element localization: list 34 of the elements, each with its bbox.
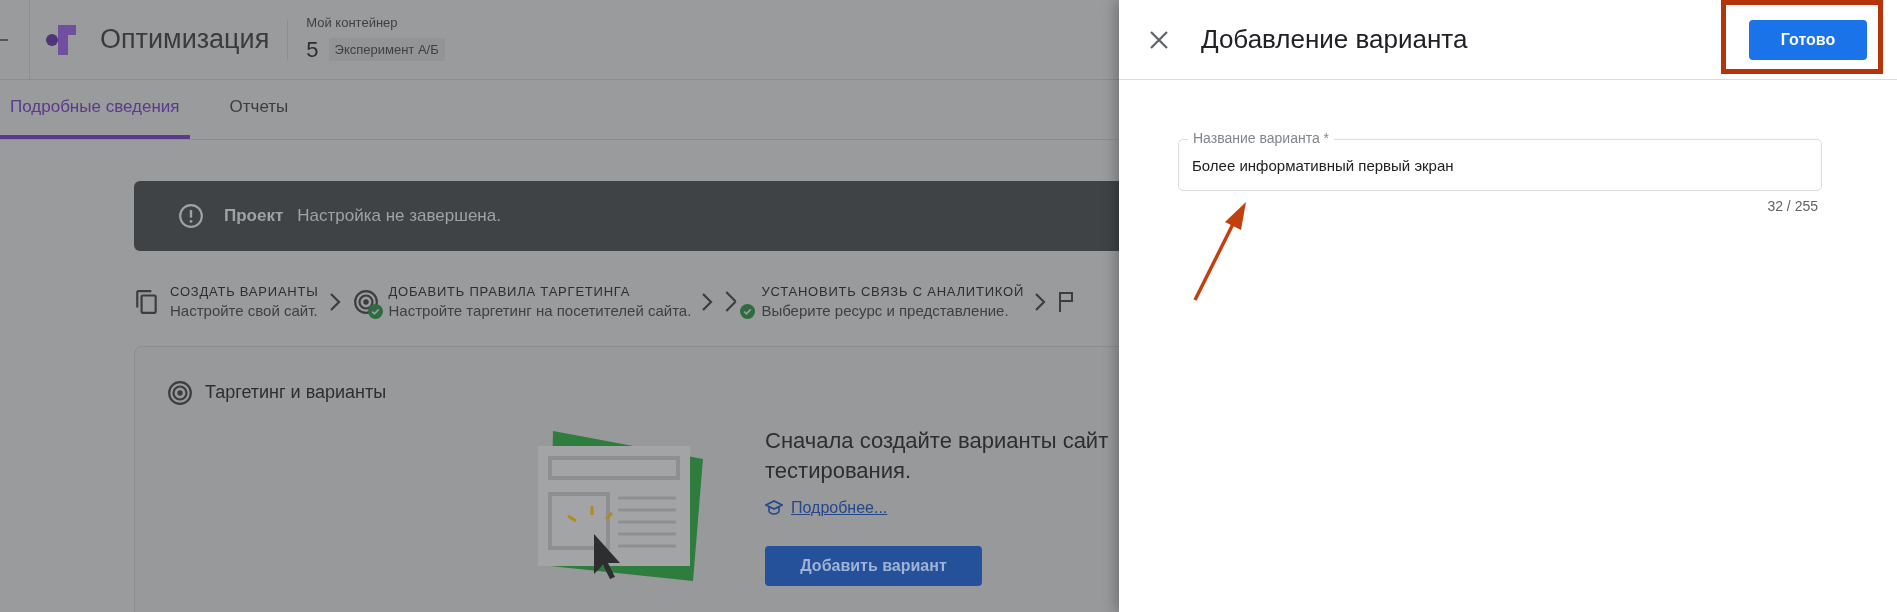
panel-title: Добавление варианта (1201, 23, 1468, 56)
done-button[interactable]: Готово (1749, 19, 1867, 60)
check-icon (367, 304, 383, 319)
connector-icon (725, 291, 738, 312)
experiment-number: 5 (306, 35, 319, 64)
experiment-type-badge: Эксперимент А/Б (328, 37, 445, 61)
card-title: Таргетинг и варианты (205, 381, 387, 404)
step-subtitle: Настройте свой сайт. (170, 301, 319, 321)
step-subtitle: Выберите ресурс и представление. (761, 301, 1010, 321)
chevron-right-icon (701, 292, 714, 312)
alert-icon (178, 203, 204, 229)
character-counter: 32 / 255 (1767, 197, 1818, 216)
container-name: Мой контейнер (306, 14, 399, 33)
target-icon (167, 379, 193, 406)
step-title: ДОБАВИТЬ ПРАВИЛА ТАРГЕТИНГА (388, 283, 632, 301)
empty-state-message: Сначала создайте варианты сайт тестирования. (765, 427, 1109, 485)
product-title: Оптимизация (100, 23, 270, 57)
banner-message: Настройка не завершена. (297, 205, 501, 228)
tab[interactable]: Подробные сведения (0, 79, 190, 139)
chevron-right-icon (328, 292, 341, 312)
step-title: УСТАНОВИТЬ СВЯЗЬ С АНАЛИТИКОЙ (761, 283, 1025, 301)
tab[interactable]: Отчеты (219, 79, 299, 139)
step-title: СОЗДАТЬ ВАРИАНТЫ (170, 283, 319, 301)
step-subtitle: Настройте таргетинг на посетителей сайта. (388, 301, 692, 321)
close-icon (1150, 30, 1168, 49)
learn-more-link[interactable]: Подробнее... (791, 496, 888, 520)
target-icon (352, 289, 379, 315)
check-icon (740, 304, 756, 319)
graduation-cap-icon (765, 500, 783, 516)
flag-icon (1058, 290, 1075, 314)
add-variant-button[interactable]: Добавить вариант (765, 546, 982, 586)
chevron-right-icon (1034, 292, 1047, 312)
banner-title: Проект (224, 205, 284, 228)
copy-icon (134, 289, 160, 315)
